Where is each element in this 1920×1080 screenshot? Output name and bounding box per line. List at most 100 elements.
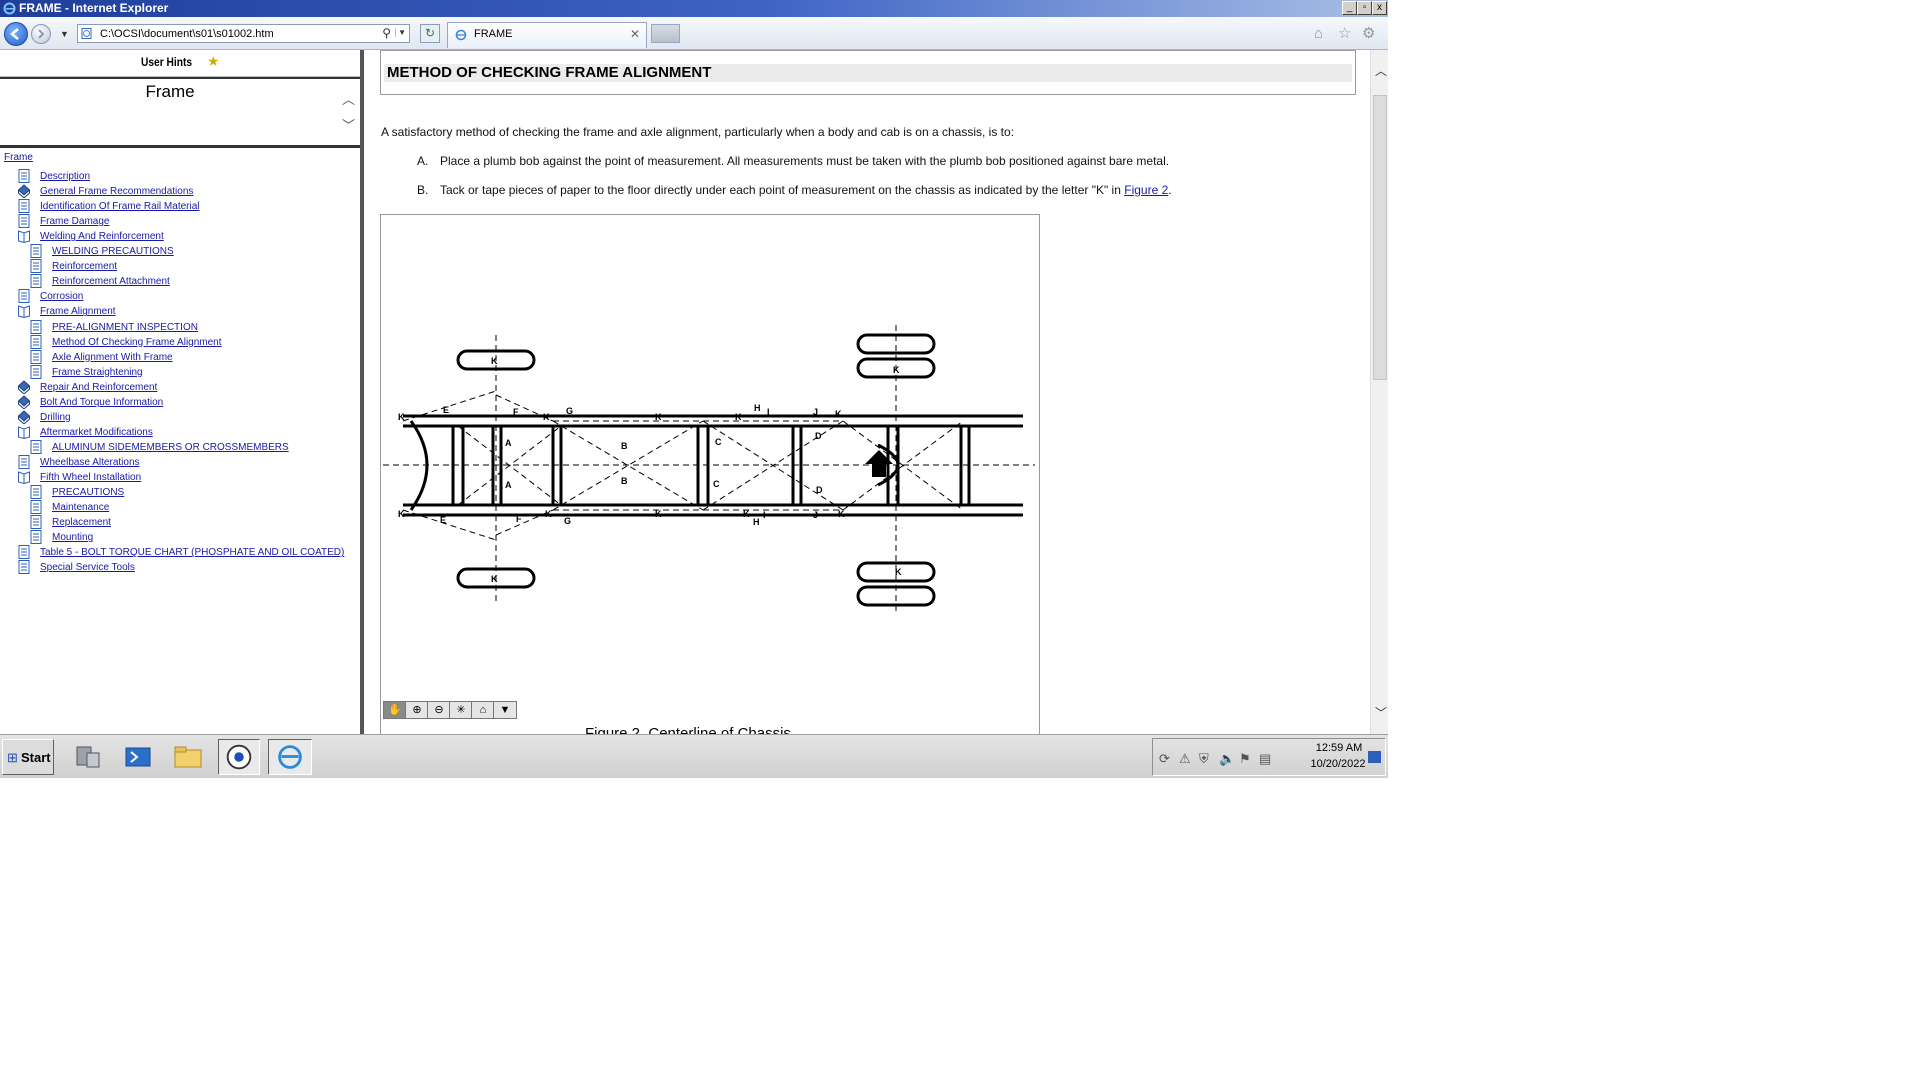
network-sync-icon[interactable]: ⟳ (1159, 751, 1170, 767)
svg-text:I: I (767, 407, 770, 417)
refresh-icon[interactable]: ↻ (420, 24, 440, 43)
tree-item-label[interactable]: Table 5 - BOLT TORQUE CHART (PHOSPHATE A… (40, 547, 344, 558)
home-icon[interactable]: ⌂ (471, 701, 495, 719)
svg-text:D: D (816, 485, 823, 495)
step-a-text: Place a plumb bob against the point of m… (440, 154, 1170, 168)
clock-date[interactable]: 10/20/2022 (1305, 758, 1371, 770)
figure-box: K K K K K K K K K K K K K K E E F F G G H H I I J J A… (380, 214, 1040, 734)
svg-text:H: H (754, 403, 761, 413)
tree-item-label[interactable]: Description (40, 171, 90, 182)
internet-explorer-icon[interactable] (268, 739, 312, 775)
step-a-marker: A. (417, 154, 429, 168)
recent-pages-dropdown-icon[interactable]: ▼ (60, 29, 69, 39)
tree-item-label[interactable]: Repair And Reinforcement (40, 382, 157, 393)
start-button[interactable]: ⊞ Start (2, 739, 54, 775)
favorites-icon[interactable]: ☆ (1338, 26, 1351, 41)
page-icon (18, 560, 30, 575)
user-hints-link[interactable]: User Hints (141, 55, 192, 69)
tree-item-label[interactable]: Bolt And Torque Information (40, 397, 163, 408)
powershell-icon[interactable] (122, 741, 154, 773)
ocsi-app-icon[interactable] (218, 739, 260, 775)
figure-2-link[interactable]: Figure 2 (1124, 183, 1168, 197)
svg-text:J: J (813, 510, 818, 520)
page-icon (30, 485, 42, 500)
tree-item-label[interactable]: Corrosion (40, 291, 83, 302)
file-explorer-icon[interactable] (172, 741, 204, 773)
network-icon[interactable]: ▤ (1259, 751, 1271, 767)
book-closed-icon (18, 380, 30, 394)
server-manager-icon[interactable] (72, 741, 104, 773)
back-icon[interactable] (4, 22, 28, 46)
tree-item-label[interactable]: Welding And Reinforcement (40, 231, 164, 242)
tree-item-label[interactable]: General Frame Recommendations (40, 186, 193, 197)
show-desktop-button[interactable] (1368, 751, 1381, 763)
svg-text:E: E (443, 405, 449, 415)
zoom-out-icon[interactable]: ⊖ (427, 701, 451, 719)
tree-item-label[interactable]: Reinforcement (52, 261, 117, 272)
tree-item-label[interactable]: Maintenance (52, 502, 109, 513)
scroll-down-icon[interactable]: ﹀ (1375, 704, 1387, 721)
tree-item-label[interactable]: PRE-ALIGNMENT INSPECTION (52, 322, 198, 333)
address-dropdown-icon[interactable]: ▼ (395, 28, 406, 37)
tree-item-label[interactable]: Reinforcement Attachment (52, 276, 170, 287)
shield-icon[interactable]: ⛨ (1199, 751, 1209, 767)
tools-gear-icon[interactable]: ⚙ (1362, 26, 1375, 41)
fit-icon[interactable]: ✳ (449, 701, 473, 719)
page-icon (18, 545, 30, 560)
tree-item-label[interactable]: Special Service Tools (40, 562, 135, 573)
clock-time[interactable]: 12:59 AM (1311, 742, 1367, 754)
chevron-up-icon[interactable]: ︿ (342, 89, 355, 108)
scroll-thumb[interactable] (1373, 95, 1387, 380)
action-center-flag-icon[interactable]: ⚑ (1239, 751, 1251, 767)
tree-item-label[interactable]: Aftermarket Modifications (40, 427, 153, 438)
ie-page-icon (455, 29, 467, 41)
tree-item-label[interactable]: Axle Alignment With Frame (52, 352, 173, 363)
tree-item-label[interactable]: Frame Damage (40, 216, 109, 227)
pan-icon[interactable]: ✋ (383, 701, 407, 719)
menu-dropdown-icon[interactable]: ▼ (493, 701, 517, 719)
page-icon (30, 319, 42, 334)
address-bar[interactable]: C:\OCSI\document\s01\s01002.htm ⚲ ▼ (77, 24, 410, 43)
page-icon (18, 289, 30, 304)
tree-item-label[interactable]: Replacement (52, 517, 111, 528)
close-button[interactable]: x (1372, 1, 1387, 15)
tab-frame[interactable]: FRAME ✕ (447, 22, 647, 48)
page-icon (30, 334, 42, 349)
tree-item-label[interactable]: PRECAUTIONS (52, 487, 124, 498)
tree-item-label[interactable]: Mounting (52, 532, 93, 543)
volume-icon[interactable]: 🔈 (1219, 751, 1235, 767)
tree-item-label[interactable]: Wheelbase Alterations (40, 457, 140, 468)
book-open-icon (18, 426, 30, 439)
restore-button[interactable]: ▫ (1357, 1, 1372, 15)
step-b-suffix: . (1168, 183, 1172, 197)
chassis-diagram[interactable]: K K K K K K K K K K K K K K E E F F G G H H I I J J A… (383, 325, 1035, 615)
new-tab-button[interactable] (651, 24, 680, 43)
search-icon[interactable]: ⚲ (382, 26, 391, 40)
star-icon[interactable]: ★ (207, 53, 220, 70)
security-warning-icon[interactable]: ⚠ (1179, 751, 1191, 767)
svg-text:K: K (543, 412, 550, 422)
tree-item-label[interactable]: WELDING PRECAUTIONS (52, 246, 174, 257)
home-icon[interactable]: ⌂ (1314, 26, 1323, 41)
vertical-scrollbar[interactable]: ︿ ﹀ (1370, 50, 1388, 734)
scroll-up-icon[interactable]: ︿ (1375, 62, 1387, 79)
page-icon (30, 530, 42, 545)
tree-root-link[interactable]: Frame (4, 152, 33, 163)
address-text[interactable]: C:\OCSI\document\s01\s01002.htm (100, 27, 274, 41)
forward-icon[interactable] (31, 24, 51, 44)
chevron-down-icon[interactable]: ﹀ (342, 115, 355, 134)
tree-item-label[interactable]: Drilling (40, 412, 71, 423)
svg-text:K: K (835, 409, 842, 419)
zoom-in-icon[interactable]: ⊕ (405, 701, 429, 719)
minimize-button[interactable]: _ (1342, 1, 1357, 15)
tree-item-label[interactable]: Fifth Wheel Installation (40, 472, 141, 483)
page-icon (18, 199, 30, 214)
tree-item-label[interactable]: ALUMINUM SIDEMEMBERS OR CROSSMEMBERS (52, 442, 289, 453)
tree-item-label[interactable]: Method Of Checking Frame Alignment (52, 337, 222, 348)
topic-title: Frame (145, 82, 195, 101)
tree-item-label[interactable]: Frame Alignment (40, 306, 116, 317)
tree-item-label[interactable]: Frame Straightening (52, 367, 143, 378)
tab-close-icon[interactable]: ✕ (630, 27, 640, 41)
tree-item-label[interactable]: Identification Of Frame Rail Material (40, 201, 200, 212)
page-icon (18, 454, 30, 469)
